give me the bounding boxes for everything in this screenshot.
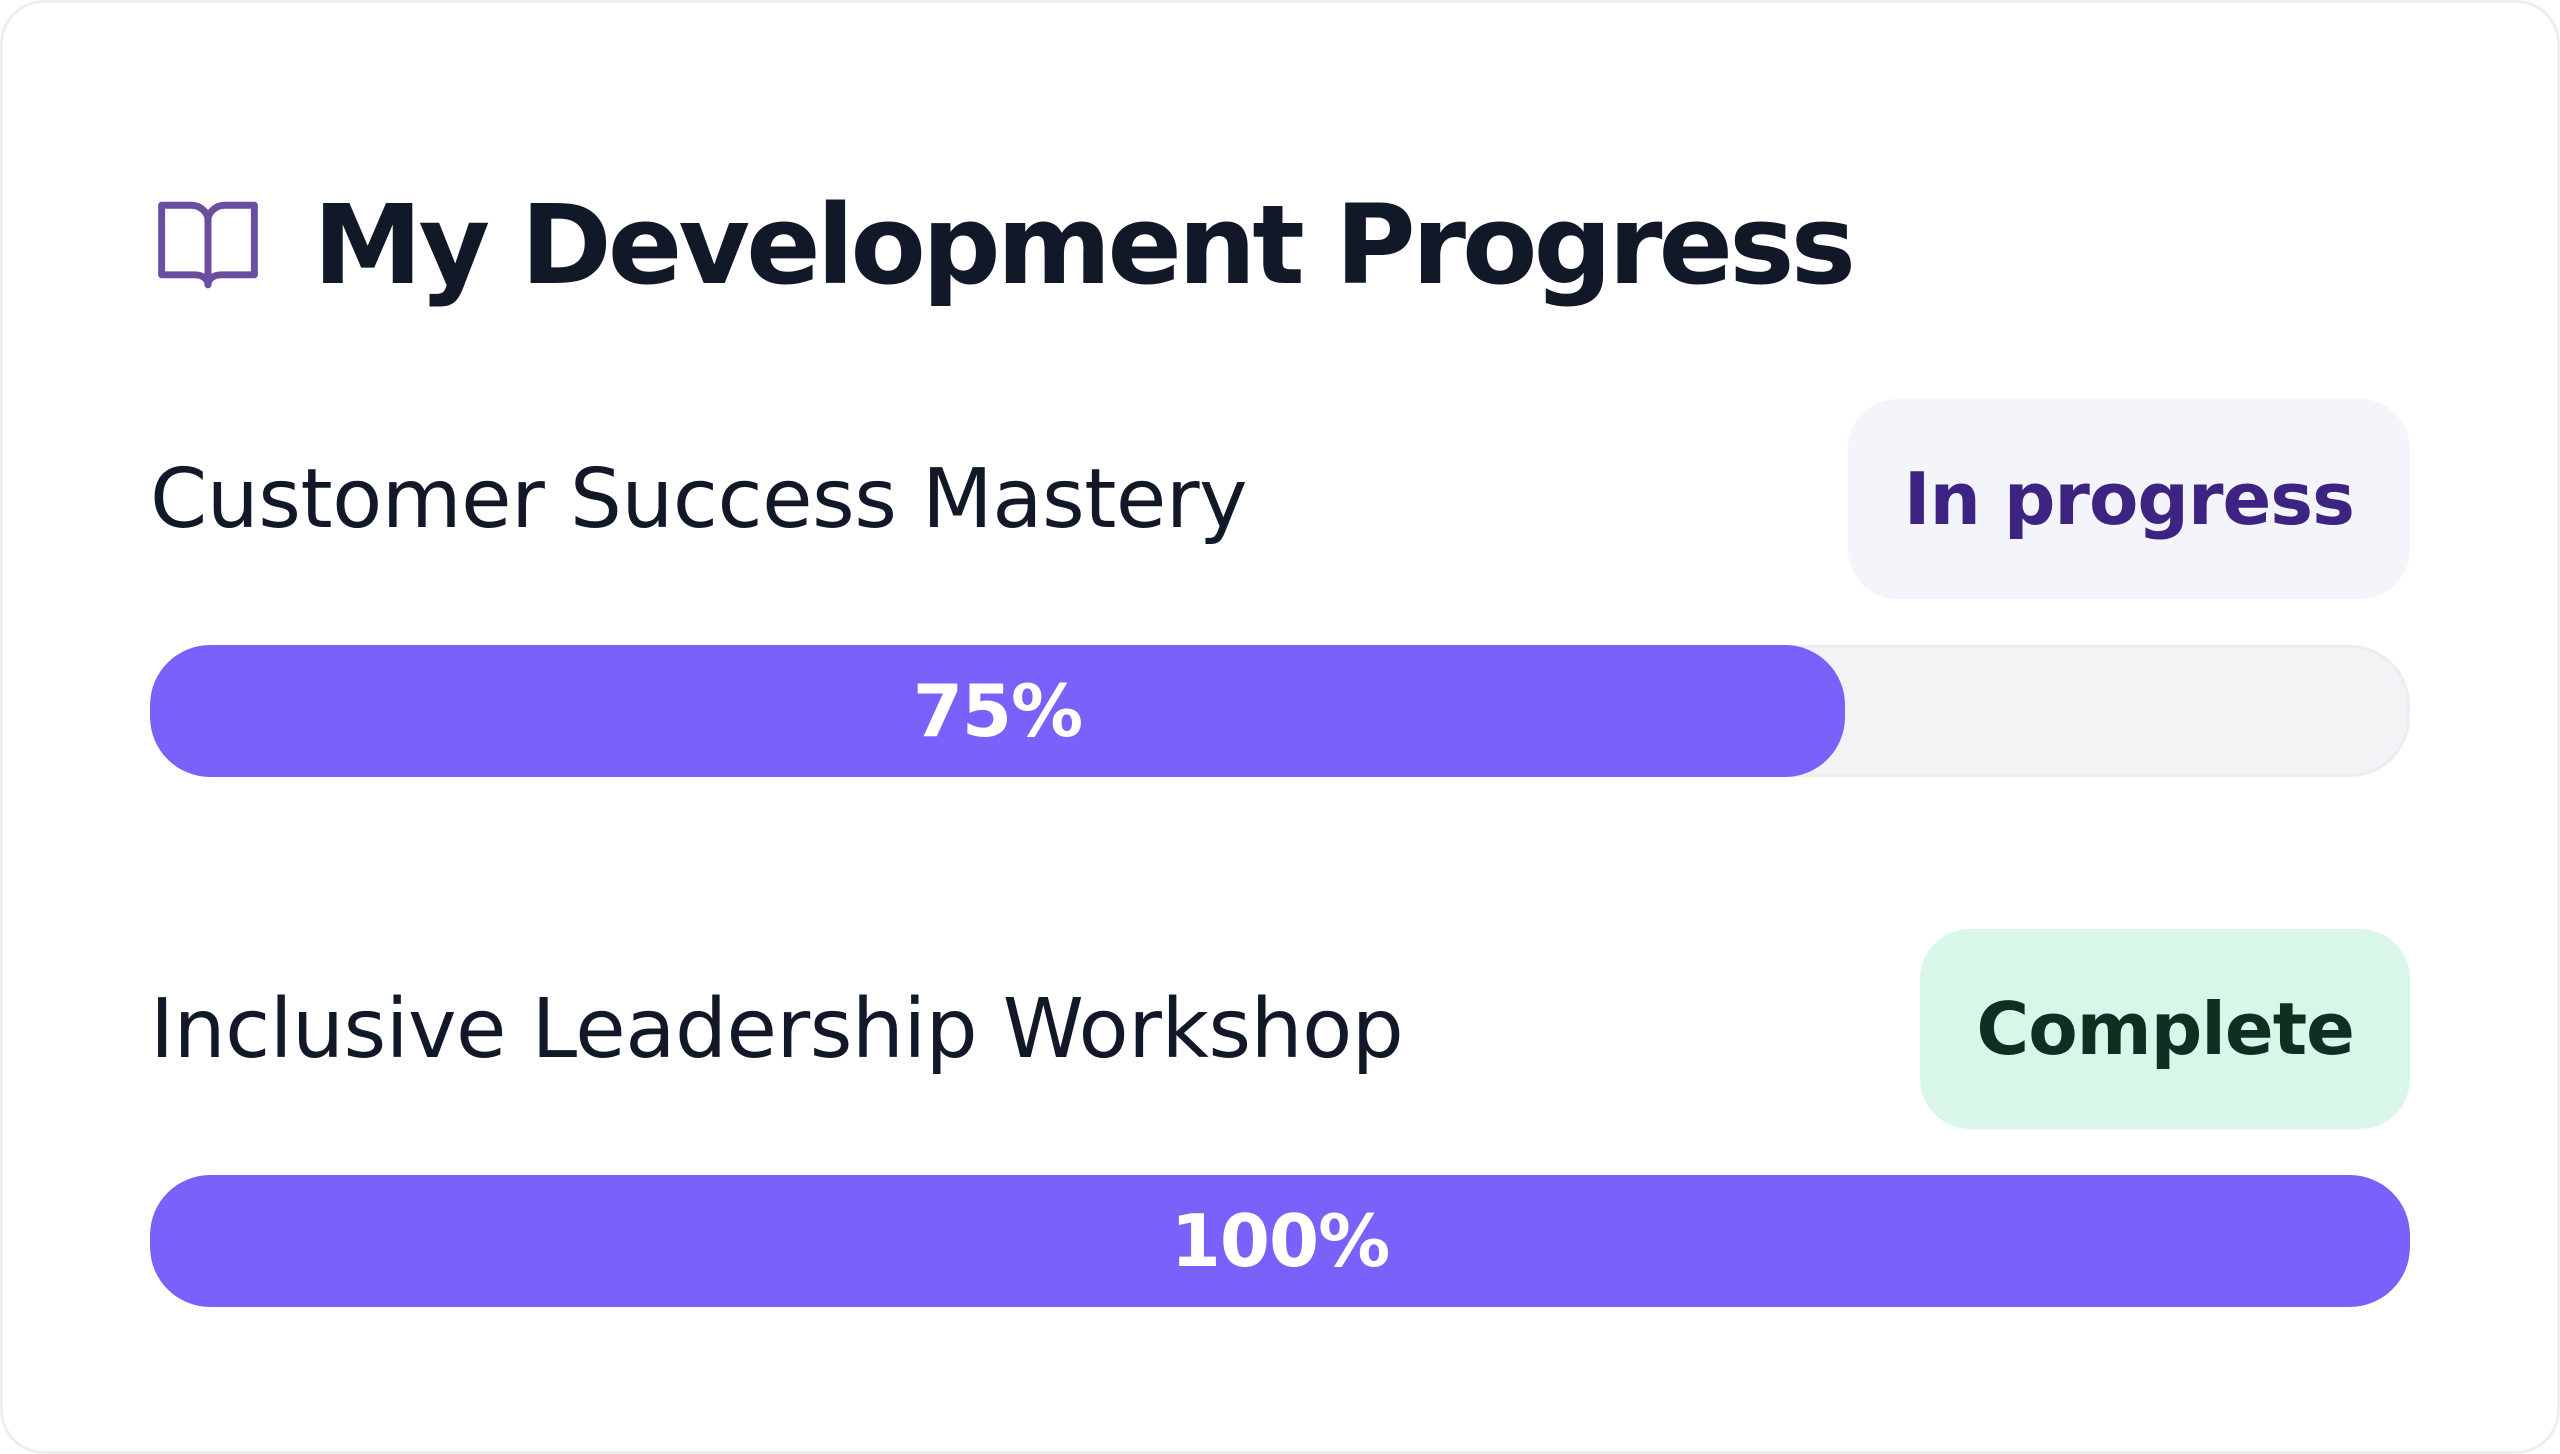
book-open-icon xyxy=(153,190,263,300)
course-row: Customer Success Mastery In progress xyxy=(150,399,2410,599)
card-header: My Development Progress xyxy=(153,181,1856,309)
progress-bar-fill: 100% xyxy=(150,1175,2410,1307)
course-item: Inclusive Leadership Workshop Complete 1… xyxy=(150,929,2410,1307)
course-row: Inclusive Leadership Workshop Complete xyxy=(150,929,2410,1129)
progress-percent-label: 100% xyxy=(1170,1199,1390,1283)
progress-bar: 100% xyxy=(150,1175,2410,1307)
progress-percent-label: 75% xyxy=(912,669,1083,753)
page-title: My Development Progress xyxy=(313,181,1856,309)
progress-bar-fill: 75% xyxy=(150,645,1845,777)
status-badge: In progress xyxy=(1847,399,2410,599)
status-badge: Complete xyxy=(1920,929,2410,1129)
development-progress-card: My Development Progress Customer Success… xyxy=(0,0,2560,1454)
progress-bar: 75% xyxy=(150,645,2410,777)
course-name: Inclusive Leadership Workshop xyxy=(150,981,1404,1077)
course-name: Customer Success Mastery xyxy=(150,451,1248,547)
course-item: Customer Success Mastery In progress 75% xyxy=(150,399,2410,777)
